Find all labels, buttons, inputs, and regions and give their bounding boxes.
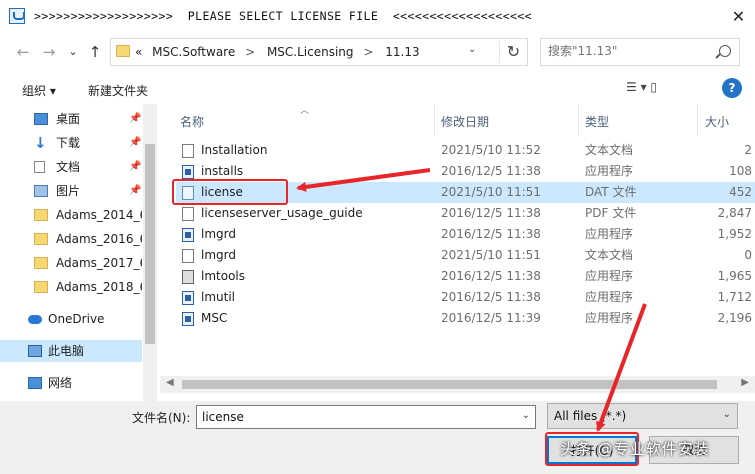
watermark: 头条 @专业软件安装 bbox=[560, 440, 710, 458]
arrow-to-license bbox=[296, 168, 431, 192]
annotation-arrows bbox=[296, 168, 647, 432]
arrow-to-open bbox=[596, 303, 647, 432]
